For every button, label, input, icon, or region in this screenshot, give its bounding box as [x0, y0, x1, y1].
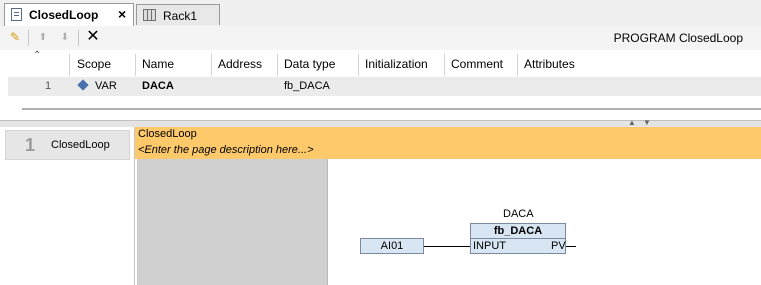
fb-divider	[471, 238, 565, 239]
cell-scope[interactable]: VAR	[95, 80, 117, 92]
line-number: 1	[45, 80, 52, 92]
column-header-address[interactable]: Address	[218, 57, 262, 71]
pou-document-icon	[11, 8, 22, 21]
tab-label: ClosedLoop	[29, 8, 99, 22]
toolbar-separator	[28, 30, 29, 46]
auto-declare-icon[interactable]: ✎	[6, 28, 24, 46]
column-header-comment[interactable]: Comment	[451, 57, 503, 71]
network-header[interactable]: 1 ClosedLoop	[5, 130, 130, 160]
horizontal-scrollbar[interactable]	[22, 108, 761, 110]
column-divider	[277, 54, 278, 76]
toolbar-separator	[78, 30, 79, 46]
fb-output-pin[interactable]: PV	[551, 240, 566, 252]
expand-up-icon[interactable]: ▲	[628, 118, 636, 127]
fb-type-name: fb_DACA	[493, 225, 543, 237]
tab-label: Rack1	[163, 9, 198, 23]
column-divider	[517, 54, 518, 76]
column-header-scope[interactable]: Scope	[77, 57, 111, 71]
column-header-attributes[interactable]: Attributes	[524, 57, 575, 71]
fb-instance-name[interactable]: DACA	[503, 208, 534, 220]
column-divider	[211, 54, 212, 76]
table-row[interactable]	[8, 77, 761, 96]
column-header-initialization[interactable]: Initialization	[365, 57, 428, 71]
column-header-data-type[interactable]: Data type	[284, 57, 335, 71]
move-down-icon[interactable]: ⬇	[56, 29, 74, 47]
network-title-label: ClosedLoop	[51, 139, 110, 151]
function-block[interactable]: fb_DACA INPUT PV	[470, 223, 566, 254]
delete-icon[interactable]: ✕	[84, 28, 102, 46]
column-header-name[interactable]: Name	[142, 57, 174, 71]
tab-closedloop[interactable]: ClosedLoop ×	[4, 3, 134, 26]
network-margin	[137, 159, 327, 285]
output-wire	[566, 246, 576, 247]
column-divider	[69, 54, 70, 76]
input-variable-box[interactable]: AI01	[360, 238, 424, 254]
network-comment[interactable]: <Enter the page description here...>	[138, 144, 314, 156]
move-up-icon[interactable]: ⬆	[34, 29, 52, 47]
program-title: PROGRAM ClosedLoop	[613, 31, 743, 45]
column-divider	[358, 54, 359, 76]
cell-data-type[interactable]: fb_DACA	[284, 80, 330, 92]
tab-rack1[interactable]: Rack1	[136, 4, 220, 25]
rack-icon	[143, 9, 156, 21]
input-wire	[424, 246, 470, 247]
close-icon[interactable]: ×	[118, 6, 126, 22]
network-margin-border	[327, 159, 328, 285]
collapse-down-icon[interactable]: ▼	[643, 118, 651, 127]
fb-input-pin[interactable]: INPUT	[473, 240, 506, 252]
network-number: 1	[25, 135, 36, 155]
column-divider	[135, 54, 136, 76]
column-divider	[444, 54, 445, 76]
sort-chevron-icon[interactable]: ⌃	[33, 50, 41, 61]
cell-name[interactable]: DACA	[142, 80, 174, 92]
network-title[interactable]: ClosedLoop	[138, 128, 197, 140]
